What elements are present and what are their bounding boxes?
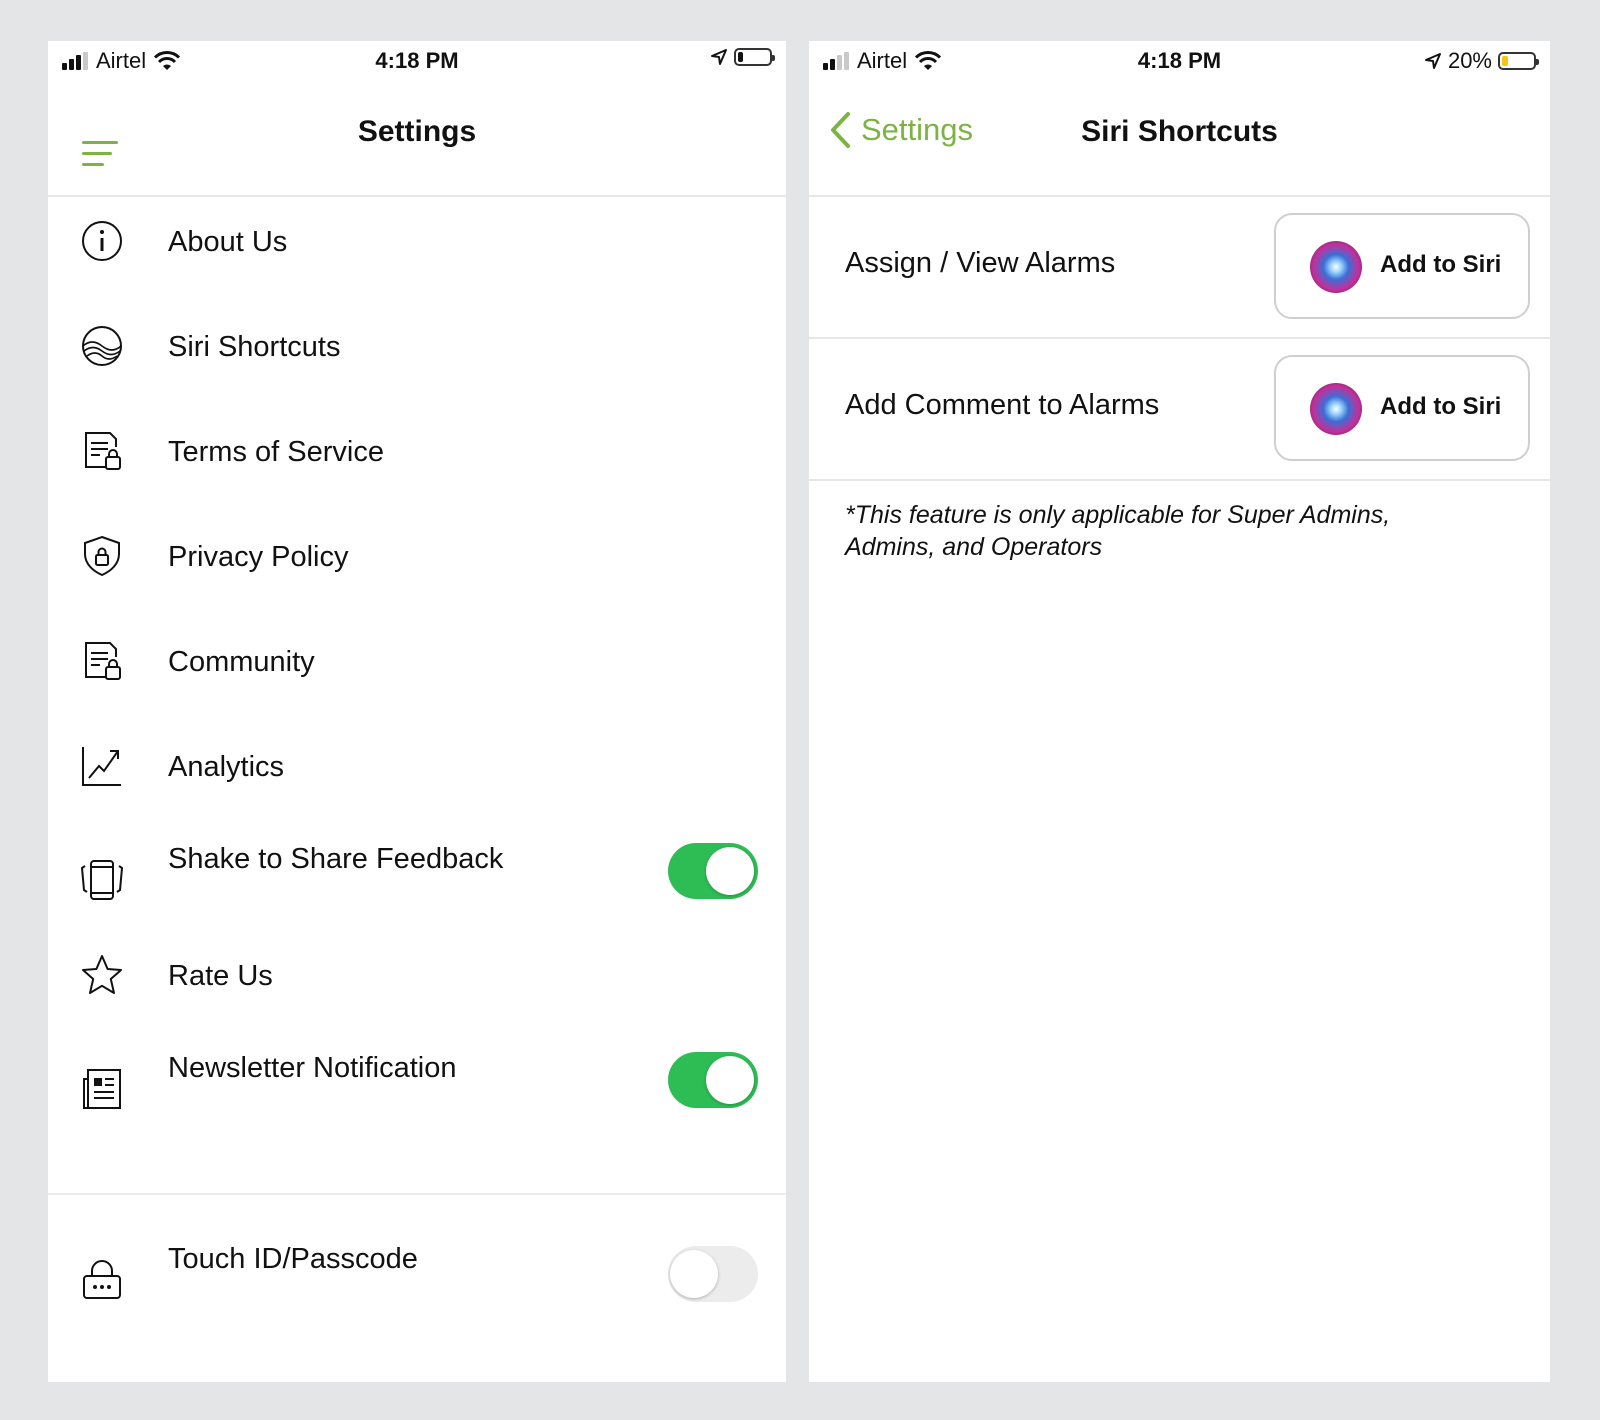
nav-bar: Settings — [48, 81, 786, 197]
menu-item-touch-id-passcode: Touch ID/Passcode — [48, 1226, 786, 1316]
newsletter-icon — [83, 1069, 121, 1109]
feature-note: *This feature is only applicable for Sup… — [845, 501, 1391, 561]
shortcut-label: Assign / View Alarms — [845, 247, 1116, 279]
add-to-siri-label: Add to Siri — [1380, 251, 1502, 278]
add-to-siri-button[interactable]: Add to Siri — [1274, 355, 1530, 461]
status-right — [710, 48, 775, 66]
battery-icon — [1498, 52, 1539, 70]
menu-item-about-us[interactable]: About Us — [48, 196, 786, 286]
star-icon — [82, 955, 122, 994]
menu-item-siri-shortcuts[interactable]: Siri Shortcuts — [48, 301, 786, 391]
page-title: Settings — [357, 115, 477, 148]
newsletter-toggle[interactable] — [668, 1052, 758, 1108]
status-time: 4:18 PM — [375, 48, 459, 73]
shake-feedback-toggle[interactable] — [668, 843, 758, 899]
menu-item-label: Terms of Service — [168, 436, 384, 468]
menu-item-analytics[interactable]: Analytics — [48, 721, 786, 811]
menu-item-newsletter-notification: Newsletter Notification — [48, 1035, 786, 1125]
touch-id-toggle[interactable] — [668, 1246, 758, 1302]
menu-item-label: Privacy Policy — [168, 541, 349, 573]
siri-shortcuts-screen: Airtel 4:18 PM 20% Settings Siri Shortcu… — [809, 41, 1550, 1382]
document-lock-icon — [85, 432, 121, 470]
menu-item-label: Community — [168, 646, 315, 678]
menu-item-terms-of-service[interactable]: Terms of Service — [48, 406, 786, 496]
lock-passcode-icon — [83, 1260, 121, 1299]
section-divider — [48, 1193, 786, 1195]
shortcut-label: Add Comment to Alarms — [845, 389, 1160, 421]
shortcut-row-add-comment-to-alarms: Add Comment to Alarms Add to Siri — [809, 339, 1550, 481]
siri-orb-icon — [1310, 383, 1362, 435]
status-bar: Airtel 4:18 PM 20% — [809, 41, 1550, 81]
settings-screen: Airtel 4:18 PM Settings About Us Siri Sh… — [48, 41, 786, 1382]
shield-lock-icon — [84, 535, 120, 577]
menu-item-label: Analytics — [168, 751, 285, 783]
menu-item-label: About Us — [168, 226, 288, 258]
phone-shake-icon — [80, 860, 124, 900]
menu-item-label: Shake to Share Feedback — [168, 843, 504, 875]
menu-item-shake-to-share-feedback: Shake to Share Feedback — [48, 826, 786, 916]
page-title: Siri Shortcuts — [1081, 115, 1278, 148]
add-to-siri-button[interactable]: Add to Siri — [1274, 213, 1530, 319]
location-arrow-icon — [711, 49, 727, 65]
battery-icon — [734, 48, 775, 66]
location-arrow-icon — [1424, 53, 1441, 69]
siri-orb-icon — [1310, 241, 1362, 293]
analytics-chart-icon — [82, 747, 121, 786]
menu-item-rate-us[interactable]: Rate Us — [48, 930, 786, 1020]
status-right: 20% — [1424, 48, 1539, 74]
menu-item-label: Touch ID/Passcode — [168, 1243, 418, 1275]
menu-item-label: Siri Shortcuts — [168, 331, 341, 363]
battery-percent: 20% — [1447, 48, 1492, 73]
status-bar: Airtel 4:18 PM — [48, 41, 786, 81]
menu-item-community[interactable]: Community — [48, 616, 786, 706]
menu-item-privacy-policy[interactable]: Privacy Policy — [48, 511, 786, 601]
shortcut-row-assign-view-alarms: Assign / View Alarms Add to Siri — [809, 197, 1550, 339]
nav-bar: Settings Siri Shortcuts — [809, 81, 1550, 197]
add-to-siri-label: Add to Siri — [1380, 393, 1502, 420]
siri-waveform-icon — [82, 326, 122, 366]
menu-item-label: Newsletter Notification — [168, 1052, 457, 1084]
info-icon — [82, 221, 122, 261]
document-lock-icon — [85, 642, 121, 680]
menu-item-label: Rate Us — [168, 960, 273, 992]
